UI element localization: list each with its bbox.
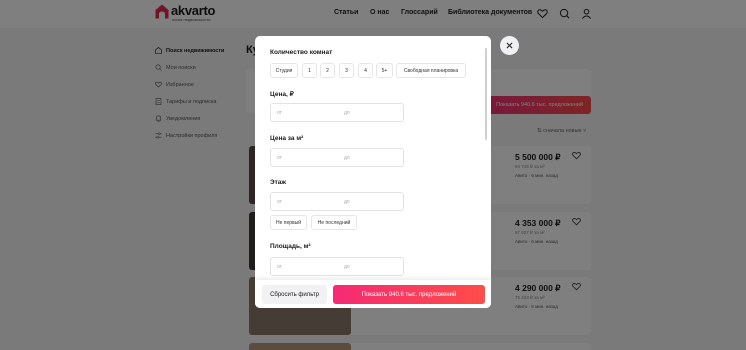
floor-range: [270, 192, 405, 211]
modal-scrollbar[interactable]: [485, 48, 487, 140]
floor-to-input[interactable]: [338, 193, 405, 210]
show-results-button[interactable]: Показать 940.6 тыс. предложений: [333, 285, 485, 304]
floor-not-first-chip[interactable]: Не первый: [270, 215, 307, 230]
floor-title: Этаж: [270, 179, 287, 186]
price-per-m-from-input[interactable]: [271, 149, 338, 166]
close-icon: [506, 42, 513, 49]
price-to-input[interactable]: [338, 104, 405, 121]
reset-filter-button[interactable]: Сбросить фильтр: [262, 285, 327, 304]
price-title: Цена, ₽: [270, 91, 294, 98]
rooms-option-4[interactable]: 4: [358, 63, 373, 78]
rooms-option-free-layout[interactable]: Свободная планировка: [396, 63, 466, 78]
rooms-option-2[interactable]: 2: [320, 63, 335, 78]
area-to-input[interactable]: [338, 258, 405, 275]
rooms-option-3[interactable]: 3: [339, 63, 354, 78]
rooms-title: Количество комнат: [270, 49, 333, 56]
area-title: Площадь, м²: [270, 243, 311, 250]
floor-not-last-chip[interactable]: Не последний: [311, 215, 357, 230]
area-range: [270, 257, 405, 276]
price-range: [270, 103, 405, 122]
close-modal-button[interactable]: [500, 36, 519, 55]
filter-modal-body[interactable]: Количество комнат Студия 1 2 3 4 5+ Своб…: [255, 36, 491, 280]
filter-modal: Количество комнат Студия 1 2 3 4 5+ Своб…: [255, 36, 491, 308]
price-per-m-title: Цена за м²: [270, 135, 304, 142]
rooms-option-1[interactable]: 1: [302, 63, 317, 78]
rooms-option-studio[interactable]: Студия: [270, 63, 298, 78]
area-from-input[interactable]: [271, 258, 338, 275]
price-per-m-to-input[interactable]: [338, 149, 405, 166]
rooms-option-5plus[interactable]: 5+: [376, 63, 393, 78]
floor-from-input[interactable]: [271, 193, 338, 210]
filter-modal-footer: Сбросить фильтр Показать 940.6 тыс. пред…: [255, 280, 491, 308]
price-per-m-range: [270, 148, 405, 167]
price-from-input[interactable]: [271, 104, 338, 121]
